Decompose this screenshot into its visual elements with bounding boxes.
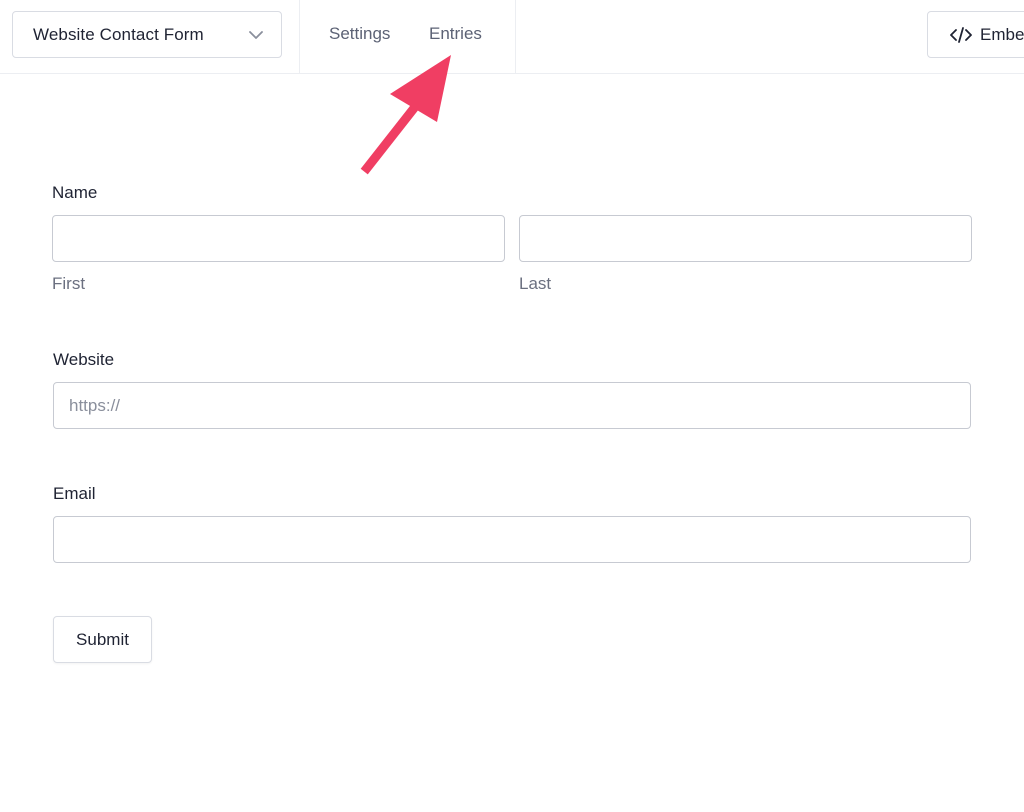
last-name-sublabel: Last [519, 274, 552, 293]
form-builder-toolbar: Website Contact Form Settings Entries Em… [0, 0, 1024, 74]
website-label: Website [53, 350, 115, 369]
submit-button[interactable]: Submit [53, 616, 152, 663]
form-selector-dropdown[interactable]: Website Contact Form [12, 11, 282, 58]
email-label: Email [53, 484, 96, 503]
toolbar-divider [299, 0, 300, 74]
tab-entries[interactable]: Entries [429, 22, 482, 46]
embed-button[interactable]: Embed [927, 11, 1024, 58]
chevron-down-icon [249, 31, 263, 39]
name-label: Name [52, 183, 98, 202]
code-icon [950, 26, 972, 43]
first-name-sublabel: First [52, 274, 86, 293]
form-selector-value: Website Contact Form [33, 24, 204, 44]
toolbar-divider [515, 0, 516, 74]
last-name-input[interactable] [519, 215, 972, 262]
tab-settings[interactable]: Settings [329, 22, 390, 46]
email-input[interactable] [53, 516, 971, 563]
website-input[interactable] [53, 382, 971, 429]
embed-button-label: Embed [980, 24, 1024, 44]
first-name-input[interactable] [52, 215, 505, 262]
